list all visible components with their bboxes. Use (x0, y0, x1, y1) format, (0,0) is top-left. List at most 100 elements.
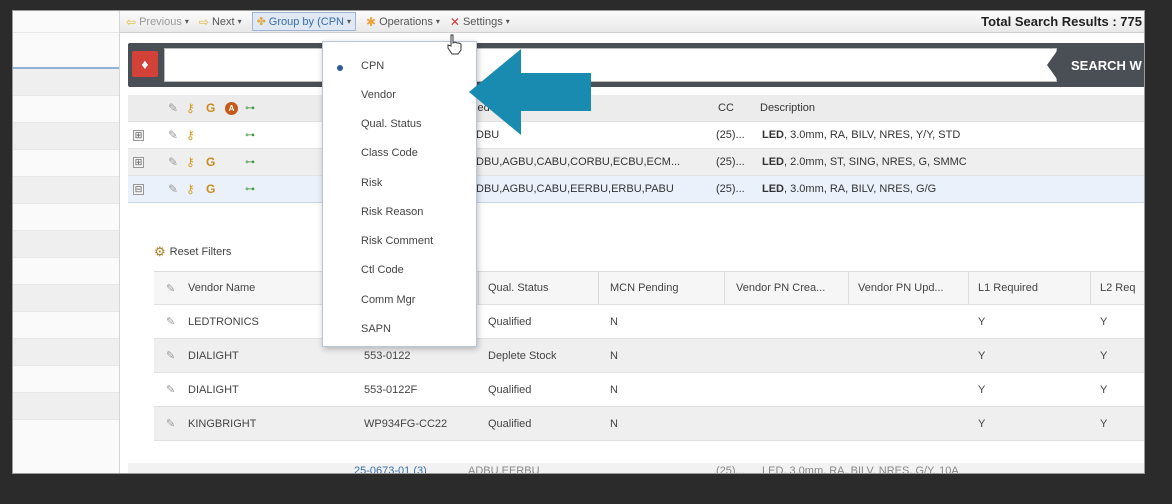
l2-required-cell: Y (1100, 417, 1108, 430)
qual-status-cell: Qualified (488, 315, 532, 328)
chevron-down-icon: ▾ (184, 17, 189, 26)
menu-item-risk-reason[interactable]: Risk Reason (361, 206, 423, 218)
column-divider (724, 272, 725, 304)
tree-icon[interactable]: ⊶ (245, 103, 255, 114)
menu-item-vendor[interactable]: Vendor (361, 89, 396, 101)
col-header-description[interactable]: Description (760, 102, 815, 114)
used-by-cell: ADBU,EERBU (468, 465, 540, 474)
pencil-icon[interactable]: ✎ (166, 315, 175, 328)
tree-icon[interactable]: ⊶ (245, 184, 255, 195)
menu-item-ctl-code[interactable]: Ctl Code (361, 264, 404, 276)
toolbar: ⇦ Previous ▾ ⇨ Next ▾ ✤ Group by (CPN ▾ … (120, 11, 1144, 33)
pencil-icon[interactable]: ✎ (166, 383, 175, 396)
description-cell: LED, 3.0mm, RA, BILV, NRES, G/Y, 10A (762, 465, 959, 474)
vendor-name-cell: KINGBRIGHT (188, 417, 257, 430)
key-icon[interactable]: ⚷ (186, 155, 195, 169)
pencil-icon[interactable]: ✎ (166, 417, 175, 430)
key-icon[interactable]: ⚷ (186, 128, 195, 142)
desc-bold: LED (762, 156, 784, 168)
col-header-l2-required[interactable]: L2 Req (1100, 282, 1135, 294)
cc-cell: (25)... (716, 156, 745, 168)
l2-required-cell: Y (1100, 349, 1108, 362)
description-cell: LED, 2.0mm, ST, SING, NRES, G, SMMC (762, 156, 967, 168)
menu-item-comm-mgr[interactable]: Comm Mgr (361, 294, 415, 306)
table-row[interactable]: ⊞ ✎ ⚷ G ⊶ DBU,AGBU,CABU,CORBU,ECBU,ECM..… (128, 149, 1144, 176)
col-header-vendor-name[interactable]: Vendor Name (188, 282, 255, 294)
table-row[interactable]: ⊞ ✎ ⚷ ⊶ DBU (25)... LED, 3.0mm, RA, BILV… (128, 122, 1144, 149)
collapse-toggle[interactable]: ⊟ (133, 183, 144, 195)
column-divider (598, 272, 599, 304)
reset-filters-button[interactable]: ⚙ Reset Filters (154, 244, 231, 260)
description-cell: LED, 3.0mm, RA, BILV, NRES, G/G (762, 183, 936, 195)
pencil-icon: ✎ (166, 282, 176, 295)
col-header-qual-status[interactable]: Qual. Status (488, 282, 549, 294)
pencil-icon[interactable]: ✎ (166, 349, 175, 362)
app-window: ⇦ Previous ▾ ⇨ Next ▾ ✤ Group by (CPN ▾ … (12, 10, 1145, 474)
vendor-row[interactable]: ✎ DIALIGHT 553-0122F Qualified N Y Y (154, 373, 1144, 407)
expand-toggle[interactable]: ⊞ (133, 156, 144, 168)
menu-item-class-code[interactable]: Class Code (361, 147, 418, 159)
col-header-cc[interactable]: CC (718, 102, 734, 114)
previous-button[interactable]: ⇦ Previous ▾ (126, 15, 189, 29)
left-panel-row (13, 69, 119, 96)
a-badge-icon[interactable]: A (225, 101, 238, 115)
operations-button[interactable]: ✱ Operations ▾ (366, 15, 440, 29)
col-header-mcn-pending[interactable]: MCN Pending (610, 282, 678, 294)
pencil-icon[interactable]: ✎ (168, 155, 178, 169)
hand-cursor-icon (447, 34, 462, 55)
menu-item-qual-status[interactable]: Qual. Status (361, 118, 422, 130)
vendor-row[interactable]: ✎ KINGBRIGHT WP934FG-CC22 Qualified N Y … (154, 407, 1144, 441)
search-clear-button[interactable]: ♦ (132, 51, 158, 77)
key-icon[interactable]: ⚷ (186, 101, 195, 115)
settings-button[interactable]: ✕ Settings ▾ (450, 15, 510, 29)
search-input[interactable] (164, 48, 1057, 82)
gear-icon: ✱ (366, 14, 377, 29)
pencil-icon[interactable]: ✎ (168, 182, 178, 196)
l2-required-cell: Y (1100, 315, 1108, 328)
expand-toggle[interactable]: ⊞ (133, 129, 144, 141)
chevron-down-icon: ▾ (347, 17, 352, 26)
tree-icon[interactable]: ⊶ (245, 130, 255, 141)
vendor-pn-cell: 553-0122F (364, 383, 418, 396)
group-by-button[interactable]: ✤ Group by (CPN ▾ (251, 12, 357, 31)
g-badge-icon[interactable]: G (206, 155, 215, 169)
col-header-vendor-pn-updated[interactable]: Vendor PN Upd... (858, 282, 944, 294)
desc-bold: LED (762, 129, 784, 141)
pencil-icon[interactable]: ✎ (168, 101, 178, 115)
search-button[interactable]: SEARCH W (1047, 51, 1144, 79)
key-icon[interactable]: ⚷ (186, 182, 195, 196)
l1-required-cell: Y (978, 315, 986, 328)
desc-rest: , 3.0mm, RA, BILV, NRES, Y/Y, STD (784, 129, 961, 141)
next-button[interactable]: ⇨ Next ▾ (199, 15, 242, 29)
left-panel-row (13, 33, 119, 69)
column-divider (848, 272, 849, 304)
left-panel-row (13, 312, 119, 339)
tree-icon[interactable]: ⊶ (245, 157, 255, 168)
vendor-row[interactable]: ✎ LEDTRONICS Qualified N Y Y (154, 305, 1144, 339)
left-panel-row (13, 231, 119, 258)
col-header-l1-required[interactable]: L1 Required (978, 282, 1038, 294)
menu-item-cpn[interactable]: CPN (361, 60, 384, 72)
vendor-name-cell: DIALIGHT (188, 383, 239, 396)
pencil-icon[interactable]: ✎ (168, 128, 178, 142)
l1-required-cell: Y (978, 417, 986, 430)
chevron-down-icon: ▾ (435, 17, 440, 26)
column-divider (968, 272, 969, 304)
cpn-link[interactable]: 25-0673-01 (3) (354, 465, 427, 473)
left-panel-row (13, 339, 119, 366)
vendor-subgrid: ⚙ Reset Filters ✎ Vendor Name Qual. Stat… (128, 237, 1144, 465)
menu-item-sapn[interactable]: SAPN (361, 323, 391, 335)
table-row[interactable]: ⊟ ✎ ⚷ G ⊶ DBU,AGBU,CABU,EERBU,ERBU,PABU … (128, 176, 1144, 203)
group-by-menu: CPN Vendor Qual. Status Class Code Risk … (322, 41, 477, 347)
g-badge-icon[interactable]: G (206, 182, 215, 196)
results-grid: ✎ ⚷ G A ⊶ sed By BU CC Description ⊞ ✎ ⚷… (128, 95, 1144, 203)
menu-item-risk[interactable]: Risk (361, 177, 382, 189)
table-row[interactable]: 25-0673-01 (3) ADBU,EERBU (25)... LED, 3… (128, 463, 1144, 474)
mcn-pending-cell: N (610, 315, 618, 328)
vendor-row[interactable]: ✎ DIALIGHT 553-0122 Deplete Stock N Y Y (154, 339, 1144, 373)
column-divider (1090, 272, 1091, 304)
g-badge-icon[interactable]: G (206, 101, 215, 115)
col-header-vendor-pn-created[interactable]: Vendor PN Crea... (736, 282, 825, 294)
menu-item-risk-comment[interactable]: Risk Comment (361, 235, 433, 247)
left-panel-row (13, 258, 119, 285)
